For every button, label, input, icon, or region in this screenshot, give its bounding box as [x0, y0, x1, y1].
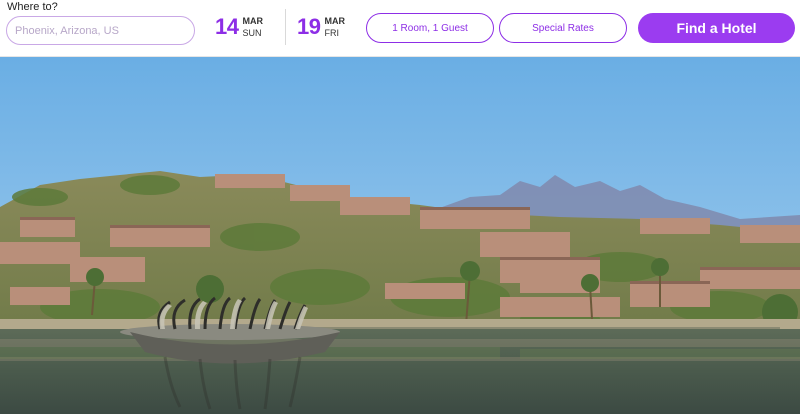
checkout-month-weekday: MAR FRI [324, 16, 345, 39]
checkin-month: MAR [242, 15, 263, 26]
special-rates-button[interactable]: Special Rates [499, 13, 627, 43]
checkout-month: MAR [324, 15, 345, 26]
rooms-guests-button[interactable]: 1 Room, 1 Guest [366, 13, 494, 43]
desert-resort-photo [0, 57, 800, 414]
checkout-date[interactable]: 19 MAR FRI [297, 12, 345, 42]
destination-input[interactable] [6, 16, 195, 45]
checkin-day: 14 [215, 14, 239, 39]
checkin-date[interactable]: 14 MAR SUN [215, 12, 263, 42]
checkin-weekday: SUN [242, 27, 262, 38]
search-bar: Where to? 14 MAR SUN 19 MAR FRI 1 Room, … [0, 0, 800, 57]
checkin-month-weekday: MAR SUN [242, 16, 263, 39]
checkout-day: 19 [297, 14, 321, 39]
hero-image [0, 57, 800, 414]
find-hotel-button[interactable]: Find a Hotel [638, 13, 795, 43]
where-to-label: Where to? [7, 1, 58, 13]
checkout-weekday: FRI [324, 27, 339, 38]
date-divider [285, 9, 286, 45]
